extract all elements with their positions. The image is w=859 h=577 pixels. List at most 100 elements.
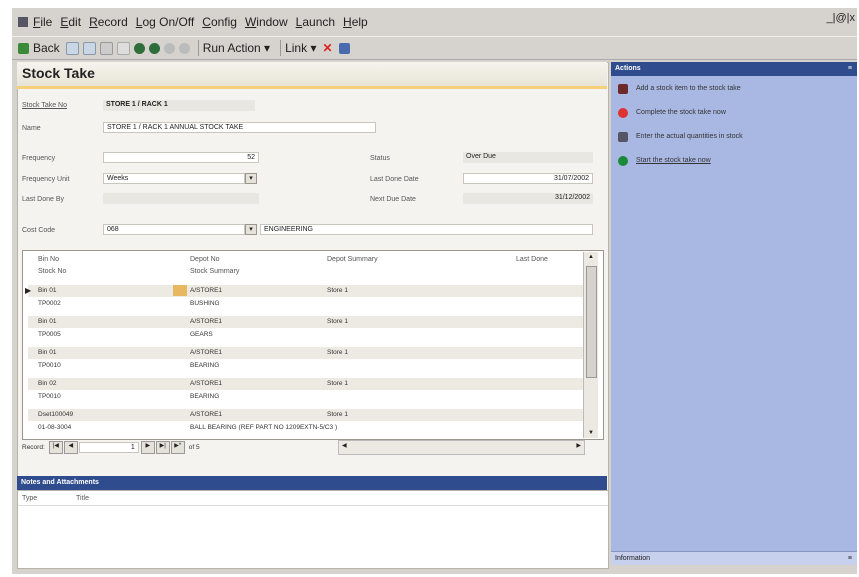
cell-summary: BALL BEARING (REF PART NO 1209EXTN-5/C3 … [190, 424, 338, 431]
cell-depot: A/STORE1 [190, 318, 223, 325]
record-number-field[interactable]: 1 [78, 441, 139, 453]
back-button[interactable]: Back [18, 41, 60, 55]
cell-stock: TP0005 [38, 331, 61, 338]
undo-icon[interactable] [116, 41, 130, 55]
actions-title: Actions [615, 65, 641, 72]
notes-col-type[interactable]: Type [22, 495, 37, 502]
next-record-icon[interactable] [148, 42, 160, 54]
first-record-icon[interactable]: |◀ [48, 440, 63, 454]
toolbar-separator [197, 40, 199, 56]
delete-icon[interactable]: ✕ [322, 41, 332, 55]
page-title: Stock Take [22, 65, 95, 81]
actions-collapse-icon[interactable]: ≡ [848, 62, 852, 76]
scroll-up-icon[interactable]: ▲ [584, 254, 598, 260]
scroll-right-icon[interactable]: ▶ [576, 442, 581, 449]
grid-vertical-scrollbar[interactable]: ▲ ▼ [583, 252, 598, 438]
menu-record[interactable]: Record [89, 15, 128, 29]
cell-depot-summary: Store 1 [327, 349, 348, 356]
notes-col-title[interactable]: Title [76, 495, 89, 502]
frequency-unit-label: Frequency Unit [22, 176, 70, 183]
notes-header[interactable]: Notes and Attachments [17, 476, 607, 490]
last-done-by-label: Last Done By [22, 196, 65, 203]
table-row[interactable] [28, 285, 584, 297]
prev-record-icon[interactable] [133, 42, 145, 54]
frequency-unit-select[interactable]: Weeks [103, 173, 245, 184]
link-button[interactable]: Link ▾ [285, 41, 316, 55]
next-record-button-icon[interactable]: ▶ [140, 440, 155, 454]
last-done-date-field[interactable]: 31/07/2002 [463, 173, 593, 184]
table-row[interactable] [28, 316, 584, 328]
new-record-icon[interactable]: ▶* [170, 440, 185, 454]
last-record-icon[interactable]: ▶| [155, 440, 170, 454]
notes-header-divider [18, 505, 608, 506]
print-icon[interactable] [99, 41, 113, 55]
toolbar-separator [280, 40, 282, 56]
action-enter-quantities[interactable]: Enter the actual quantities in stock [636, 133, 743, 140]
cell-summary: BEARING [190, 362, 220, 369]
action-complete-stock-take[interactable]: Complete the stock take now [636, 109, 726, 116]
app-icon [18, 17, 28, 27]
menu-launch[interactable]: Launch [296, 15, 335, 29]
stop-icon[interactable] [178, 42, 190, 54]
action-start-stock-take[interactable]: Start the stock take now [636, 157, 711, 164]
col-header-depot-summary[interactable]: Depot Summary [327, 256, 378, 263]
scroll-left-icon[interactable]: ◀ [342, 442, 347, 449]
cell-depot-summary: Store 1 [327, 318, 348, 325]
menu-file[interactable]: File [33, 15, 52, 29]
cell-bin: Bin 01 [38, 349, 57, 356]
menu-logon[interactable]: Log On/Off [136, 15, 195, 29]
menu-help[interactable]: Help [343, 15, 368, 29]
stock-take-no-field: STORE 1 / RACK 1 [103, 100, 255, 111]
grid-horizontal-scrollbar[interactable]: ◀ ▶ [338, 440, 585, 455]
next-due-date-label: Next Due Date [370, 196, 416, 203]
add-stock-item-icon [618, 84, 628, 94]
cost-code-label: Cost Code [22, 227, 56, 234]
new-icon[interactable] [65, 41, 79, 55]
window-controls[interactable]: _|@|x [827, 12, 856, 24]
status-label: Status [370, 155, 390, 162]
next-due-date-field: 31/12/2002 [463, 193, 593, 204]
frequency-label: Frequency [22, 155, 56, 162]
information-bar[interactable]: Information ≡ [611, 551, 857, 565]
status-field: Over Due [463, 152, 593, 163]
action-add-stock-item[interactable]: Add a stock item to the stock take [636, 85, 741, 92]
col-header-stock-no[interactable]: Stock No [38, 268, 66, 275]
cell-depot-summary: Store 1 [327, 411, 348, 418]
frequency-unit-dropdown-icon[interactable]: ▾ [245, 173, 257, 184]
cell-depot: A/STORE1 [190, 349, 223, 356]
frequency-field[interactable]: 52 [103, 152, 259, 163]
col-header-last-done[interactable]: Last Done [516, 256, 548, 263]
menu-config[interactable]: Config [202, 15, 237, 29]
last-done-by-field [103, 193, 259, 204]
col-header-depot-no[interactable]: Depot No [190, 256, 220, 263]
cell-stock: TP0002 [38, 300, 61, 307]
col-header-stock-summary[interactable]: Stock Summary [190, 268, 239, 275]
cost-code-description: ENGINEERING [260, 224, 593, 235]
title-band [17, 62, 607, 89]
table-row[interactable] [28, 409, 584, 421]
cell-depot: A/STORE1 [190, 380, 223, 387]
grid-icon[interactable] [338, 42, 350, 54]
save-icon[interactable] [82, 41, 96, 55]
name-label: Name [22, 125, 41, 132]
table-row[interactable] [28, 378, 584, 390]
scroll-down-icon[interactable]: ▼ [584, 430, 598, 436]
prev-record-button-icon[interactable]: ◀ [63, 440, 78, 454]
run-action-button[interactable]: Run Action ▾ [203, 41, 270, 55]
refresh-icon[interactable] [163, 42, 175, 54]
notes-list: Type Title [17, 490, 609, 569]
row-selector-icon[interactable] [173, 285, 187, 296]
stock-take-no-label[interactable]: Stock Take No [22, 102, 67, 109]
last-done-date-label: Last Done Date [370, 176, 419, 183]
information-collapse-icon[interactable]: ≡ [848, 552, 852, 566]
record-label: Record: [22, 443, 45, 451]
col-header-bin-no[interactable]: Bin No [38, 256, 59, 263]
table-row[interactable] [28, 347, 584, 359]
name-field[interactable]: STORE 1 / RACK 1 ANNUAL STOCK TAKE [103, 122, 376, 133]
toolbar: Back Run Action ▾ Link ▾ ✕ [12, 36, 857, 60]
menu-window[interactable]: Window [245, 15, 288, 29]
scroll-thumb[interactable] [586, 266, 597, 378]
menu-edit[interactable]: Edit [60, 15, 81, 29]
cost-code-dropdown-icon[interactable]: ▾ [245, 224, 257, 235]
cost-code-select[interactable]: 068 [103, 224, 245, 235]
